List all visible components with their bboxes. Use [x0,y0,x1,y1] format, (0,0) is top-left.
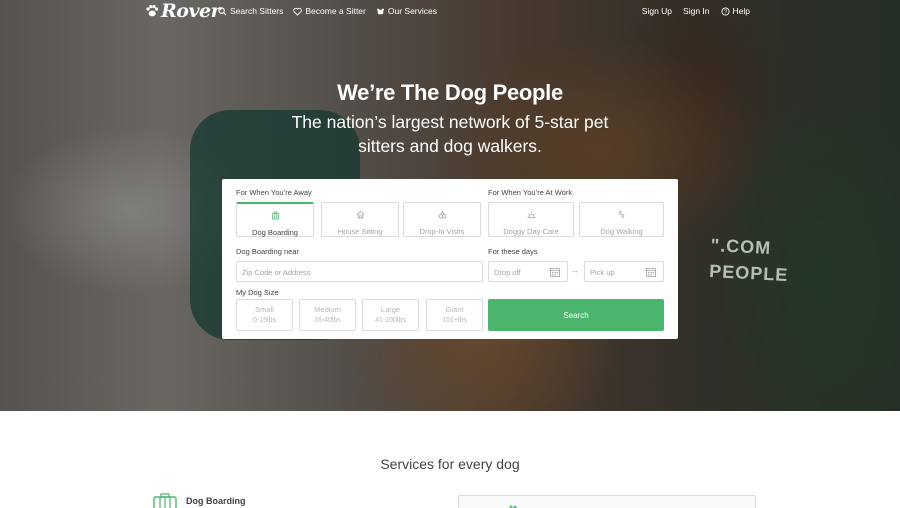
service-dog-walking[interactable]: Dog Walking [579,202,664,237]
nav-sign-in[interactable]: Sign In [683,6,709,16]
hero-subheadline: The nation’s largest network of 5-star p… [291,112,609,156]
search-panel: For When You’re Away For When You’re At … [222,179,678,339]
hero-headline: We’re The Dog People [337,80,563,105]
paw-prints-icon [618,210,625,218]
paw-logo-icon [146,5,159,17]
size-option-small[interactable]: Small 0-15lbs [236,299,293,331]
service-list-item-dog-boarding[interactable]: Dog Boarding [153,493,246,508]
dog-icon [376,8,384,14]
heart-icon [293,7,303,16]
size-option-medium[interactable]: Medium 16-40lbs [299,299,356,331]
rover-logo[interactable]: Rover [145,0,221,22]
nav-left-links: Search Sitters Become a Sitter Our Servi… [218,0,447,22]
size-option-large[interactable]: Large 41-100lbs [362,299,419,331]
nav-become-sitter[interactable]: Become a Sitter [293,6,366,16]
dropoff-field[interactable] [488,261,568,282]
suitcase-icon [153,493,177,508]
nav-search-sitters[interactable]: Search Sitters [218,6,283,16]
location-field[interactable] [236,261,483,282]
size-option-giant[interactable]: Giant 101+lbs [426,299,483,331]
house-icon [356,210,364,219]
brand-name: Rover [161,0,221,22]
sun-icon [526,211,536,219]
search-button[interactable]: Search [488,299,664,331]
nav-help[interactable]: ? Help [720,6,750,16]
wave-icon [508,504,518,508]
service-doggy-day-care[interactable]: Doggy Day Care [488,202,574,237]
service-drop-in-visits[interactable]: Drop-In Visits [403,202,481,237]
dates-label: For these days [488,247,538,256]
pickup-field[interactable] [584,261,664,282]
service-house-sitting[interactable]: House Sitting [321,202,399,237]
nav-our-services[interactable]: Our Services [376,6,437,16]
location-label: Dog Boarding near [236,247,299,256]
search-icon [218,6,227,16]
calendar-icon [646,268,656,277]
services-section-title: Services for every dog [380,456,520,472]
service-preview-card [458,495,756,508]
location-input[interactable] [237,263,482,282]
service-dog-boarding[interactable]: Dog Boarding [236,202,314,237]
away-services-label: For When You’re Away [236,188,312,197]
nav-right-links: Sign Up Sign In ? Help [631,0,750,22]
hero-photo-shirt-print: ".COM PEOPLE [708,234,789,286]
dog-size-label: My Dog Size [236,288,279,297]
top-nav: Rover Search Sitters Become a Sitter Our… [0,0,900,22]
date-range-arrow: → [570,265,579,275]
nav-sign-up[interactable]: Sign Up [642,6,672,16]
calendar-icon [550,268,560,277]
drop-in-icon [437,210,447,219]
suitcase-icon [271,211,279,220]
work-services-label: For When You’re At Work [488,188,573,197]
help-icon: ? [720,6,730,15]
